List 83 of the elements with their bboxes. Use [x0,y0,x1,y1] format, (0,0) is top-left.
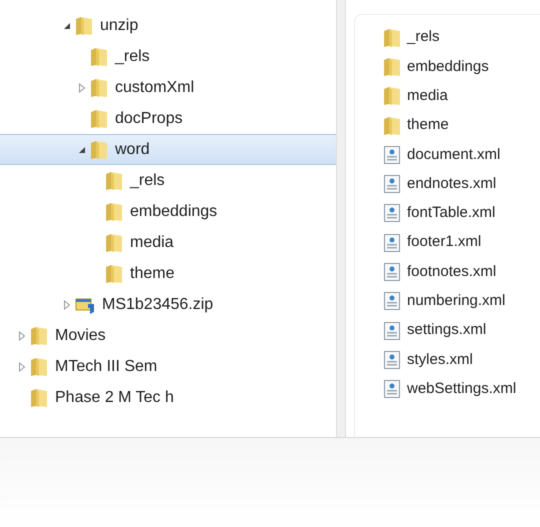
xml-file-icon [383,320,401,341]
item-label: Movies [55,326,106,346]
folder-icon [30,356,48,376]
tree-item[interactable]: Phase 2 M Tec h [0,382,336,413]
tree-item[interactable]: media [0,227,336,258]
file-item[interactable]: theme [383,110,540,140]
file-item[interactable]: document.xml [383,140,540,170]
item-label: docProps [115,108,183,128]
item-label: word [115,140,150,160]
folder-icon [75,16,93,36]
collapsed-arrow-icon[interactable] [18,330,26,340]
xml-file-icon [383,144,401,165]
file-item[interactable]: settings.xml [383,316,540,346]
item-label: embeddings [407,56,489,77]
item-label: webSettings.xml [407,378,516,399]
folder-icon [90,140,108,160]
item-label: MS1b23456.zip [102,294,214,314]
item-label: theme [407,115,449,136]
xml-file-icon [383,203,401,224]
folder-icon [383,56,401,77]
item-label: document.xml [407,144,500,165]
tree-item[interactable]: unzip [0,10,336,41]
item-label: footnotes.xml [407,262,496,282]
item-label: styles.xml [407,350,473,370]
xml-file-icon [383,379,401,400]
item-label: theme [130,264,174,284]
item-label: Phase 2 M Tec h [55,388,174,408]
item-label: _rels [115,46,150,66]
xml-file-icon [383,174,401,194]
collapsed-arrow-icon[interactable] [18,362,26,372]
tree-item[interactable]: docProps [0,103,336,134]
folder-icon [90,46,108,66]
item-label: endnotes.xml [407,174,496,194]
folder-icon [90,78,108,98]
item-label: customXml [115,78,194,98]
file-item[interactable]: numbering.xml [383,286,540,316]
folder-icon [105,170,123,190]
folder-icon [105,232,123,252]
item-label: MTech III Sem [55,356,158,376]
file-item[interactable]: fontTable.xml [383,198,540,228]
item-label: settings.xml [407,320,486,340]
collapsed-arrow-icon[interactable] [63,300,71,310]
tree-item[interactable]: _rels [0,41,336,72]
tree-item[interactable]: _rels [0,165,336,196]
folder-icon [30,388,48,408]
tree-item[interactable]: MS1b23456.zip [0,289,336,320]
file-item[interactable]: endnotes.xml [383,169,540,199]
file-item[interactable]: webSettings.xml [383,374,540,404]
item-label: _rels [407,27,440,48]
file-item[interactable]: styles.xml [383,345,540,375]
item-label: media [407,86,448,106]
xml-file-icon [383,232,401,253]
tree-item[interactable]: Movies [0,320,336,351]
folder-icon [383,28,401,48]
xml-file-icon [383,350,401,370]
item-label: media [130,232,174,252]
tree-item[interactable]: customXml [0,72,336,103]
collapsed-arrow-icon[interactable] [78,82,86,92]
item-label: fontTable.xml [407,203,496,224]
folder-icon [383,116,401,136]
folder-icon [90,108,108,128]
file-item[interactable]: media [383,82,540,111]
tree-item[interactable]: embeddings [0,196,336,227]
tree-item[interactable]: theme [0,258,336,289]
folder-icon [105,202,123,222]
tree-item[interactable]: word [0,134,336,165]
folder-icon [30,326,48,346]
xml-file-icon [383,262,401,282]
file-item[interactable]: _rels [383,23,540,52]
file-item[interactable]: embeddings [383,52,540,82]
folder-icon [105,264,123,284]
expanded-arrow-icon[interactable] [78,146,86,154]
item-label: numbering.xml [407,291,506,312]
file-item[interactable]: footer1.xml [383,228,540,258]
expanded-arrow-icon[interactable] [63,22,71,30]
item-label: footer1.xml [407,232,482,252]
item-label: unzip [100,16,138,36]
item-label: _rels [130,170,165,190]
folder-icon [383,86,401,106]
tree-item[interactable]: MTech III Sem [0,351,336,382]
file-item[interactable]: footnotes.xml [383,257,540,287]
xml-file-icon [383,291,401,312]
item-label: embeddings [130,202,218,222]
